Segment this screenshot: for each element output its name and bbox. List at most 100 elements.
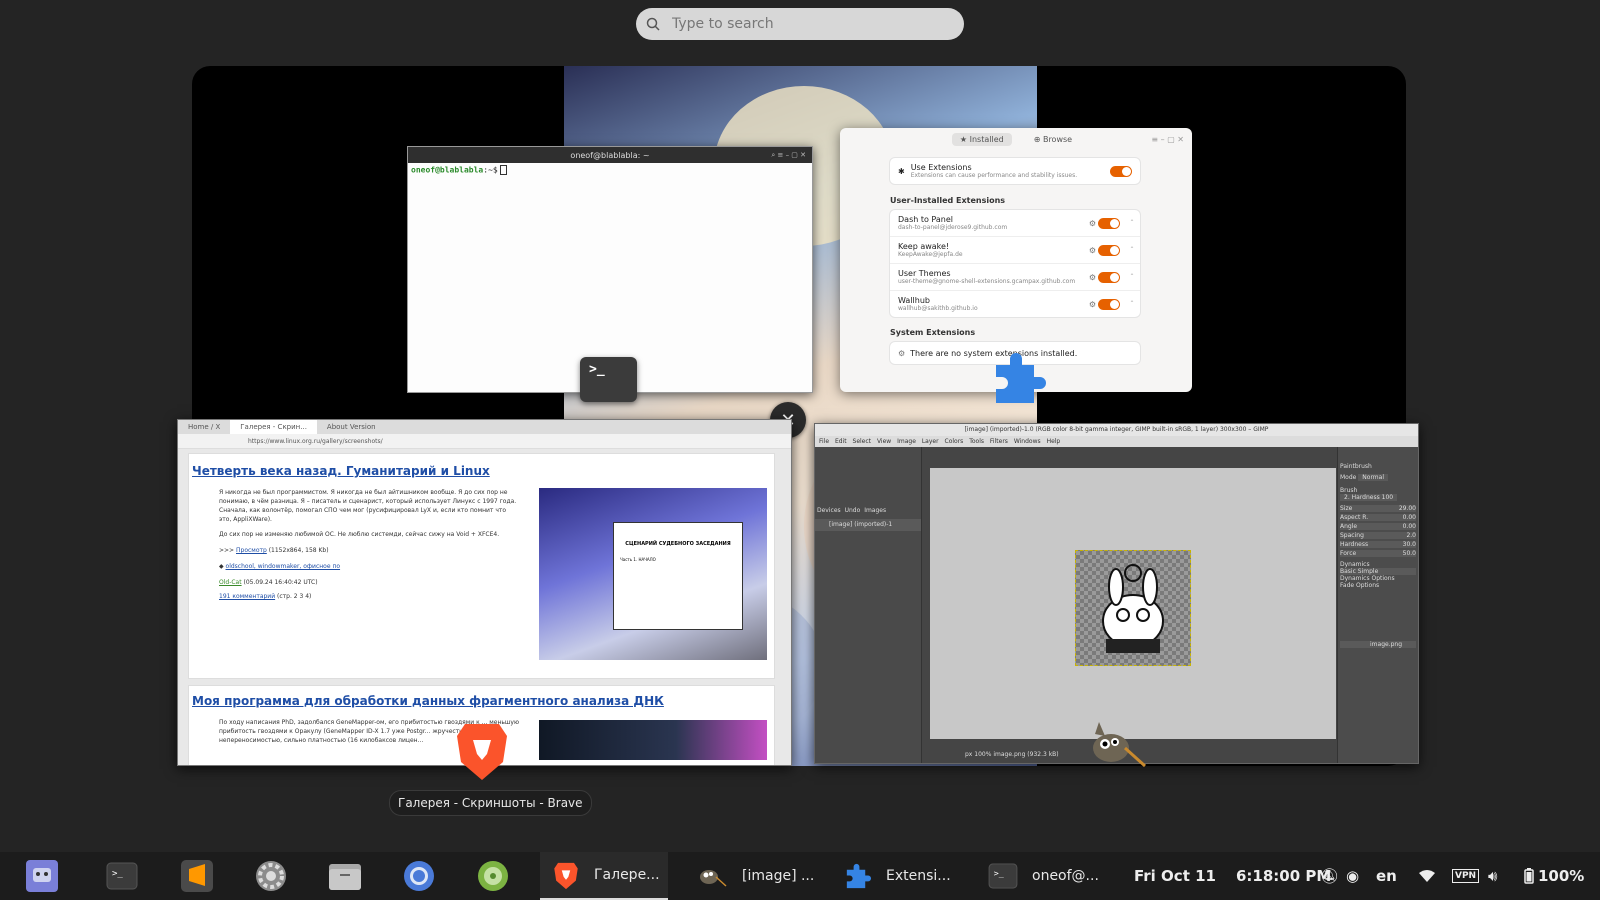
gear-icon[interactable]: ⚙ [1089,219,1096,228]
tab-images[interactable]: Images [864,507,886,514]
tab-browse[interactable]: ⊕ Browse [1026,133,1080,146]
user-extensions-header: User-Installed Extensions [890,196,1006,205]
article-title[interactable]: Моя программа для обработки данных фрагм… [192,694,664,708]
menu-layer[interactable]: Layer [922,438,939,445]
launcher-sublime[interactable] [180,858,214,894]
tags-link[interactable]: oldschool, windowmaker, офисное по [226,563,341,570]
taskbar-window-terminal[interactable]: >_ oneof@... [976,852,1106,900]
dynamics-options[interactable]: Dynamics Options [1340,575,1416,582]
comments-link[interactable]: 191 комментарий [219,593,275,600]
brush-select[interactable]: 2. Hardness 100 [1340,494,1398,501]
gimp-right-dock[interactable]: Paintbrush Mode Normal Brush 2. Hardness… [1337,447,1418,763]
gear-icon [256,861,286,891]
clock-date[interactable]: Fri Oct 11 [1134,852,1216,900]
option-slider[interactable]: Angle 0.00 [1340,523,1416,530]
menu-file[interactable]: File [819,438,829,445]
gear-icon[interactable]: ⚙ [1089,246,1096,255]
zoom-select[interactable]: 100% [974,751,991,758]
article-title[interactable]: Четверть века назад. Гуманитарий и Linux [192,464,490,478]
volume-icon[interactable]: 🔊︎ [1488,852,1497,900]
keyboard-layout[interactable]: en [1376,852,1397,900]
wifi-icon[interactable] [1418,852,1436,900]
vpn-icon[interactable]: VPN [1452,852,1480,900]
menu-windows[interactable]: Windows [1014,438,1041,445]
option-slider[interactable]: Size 29.00 [1340,505,1416,512]
menu-tools[interactable]: Tools [969,438,984,445]
extension-toggle[interactable] [1098,271,1120,283]
launcher-robot[interactable] [24,858,60,894]
launcher-music[interactable] [476,858,510,894]
gimp-window[interactable]: [image] (imported)-1.0 (RGB color 8-bit … [814,423,1419,764]
menu-filters[interactable]: Filters [990,438,1008,445]
tab-installed[interactable]: ★ Installed [951,132,1012,146]
window-controls-icon[interactable]: ≡ – ▢ ✕ [1151,135,1184,144]
taskbar-window-extensions[interactable]: Extensi... [830,852,960,900]
address-bar[interactable]: https://www.linux.org.ru/gallery/screens… [178,434,791,449]
chevron-icon[interactable]: ˆ [1130,246,1134,255]
author-link[interactable]: Old-Cat [219,579,242,586]
eye-icon[interactable]: ◉ [1346,852,1359,900]
gimp-menubar: File Edit Select View Image Layer Colors… [815,436,1418,447]
extension-row[interactable]: Dash to Panel dash-to-panel@jderose9.gith… [890,210,1140,237]
gimp-canvas[interactable] [930,468,1336,739]
extension-toggle[interactable] [1098,298,1120,310]
terminal-titlebar[interactable]: oneof@blablabla: ~ ⌕ ≡ – ▢ ✕ [408,147,812,163]
launcher-chromium[interactable] [402,858,436,894]
option-slider[interactable]: Hardness 30.0 [1340,541,1416,548]
launcher-settings[interactable] [254,858,288,894]
tab-x[interactable]: Home / X [178,423,230,431]
dna-thumbnail[interactable] [539,720,767,760]
option-slider[interactable]: Spacing 2.0 [1340,532,1416,539]
extension-name: Keep awake! [898,242,950,251]
browser-window[interactable]: Home / X Галерея - Скрин... About Versio… [177,419,792,766]
gear-icon[interactable]: ⚙ [1089,300,1096,309]
menu-edit[interactable]: Edit [835,438,847,445]
screenshot-thumbnail[interactable]: СЦЕНАРИЙ СУДЕБНОГО ЗАСЕДАНИЯ Часть 1. НА… [539,488,767,660]
clock-time[interactable]: 6:18:00 PM [1236,852,1331,900]
gimp-left-dock[interactable]: Devices Undo Images [image] (imported)-1 [815,447,922,763]
view-link[interactable]: Просмотр [236,547,267,554]
layer-item[interactable]: image.png [1340,641,1416,648]
extension-toggle[interactable] [1098,244,1120,256]
dynamics-select[interactable]: Basic Simple [1340,568,1416,575]
tab-about[interactable]: About Version [317,423,386,431]
window-controls-icon[interactable]: ⌕ ≡ – ▢ ✕ [771,151,806,160]
notifications-off-icon[interactable]: 🔕︎ [1320,852,1339,900]
use-extensions-toggle[interactable] [1110,165,1132,177]
terminal-window[interactable]: oneof@blablabla: ~ ⌕ ≡ – ▢ ✕ oneof@blabl… [407,146,813,393]
taskbar-window-gimp[interactable]: [image] ... [684,852,816,900]
use-extensions-row[interactable]: ✱ Use Extensions Extensions can cause per… [890,158,1140,184]
launcher-terminal[interactable]: >_ [106,858,138,894]
terminal-prompt-path: :~$ [483,165,498,175]
menu-view[interactable]: View [877,438,891,445]
chevron-icon[interactable]: ˆ [1130,300,1134,309]
gimp-title: [image] (imported)-1.0 (RGB color 8-bit … [815,424,1418,436]
chevron-icon[interactable]: ˆ [1130,219,1134,228]
menu-select[interactable]: Select [853,438,872,445]
bunny-image [1102,564,1164,653]
mode-select[interactable]: Normal [1358,474,1388,481]
chevron-icon[interactable]: ˆ [1130,273,1134,282]
unit-select[interactable]: px [965,751,972,758]
tab-gallery[interactable]: Галерея - Скрин... [230,420,317,434]
option-slider[interactable]: Aspect R. 0.00 [1340,514,1416,521]
search-bar[interactable] [636,8,964,40]
extension-row[interactable]: Keep awake! KeepAwake@jepfa.de ⚙ ˆ [890,237,1140,264]
extension-row[interactable]: User Themes user-theme@gnome-shell-extens… [890,264,1140,291]
option-slider[interactable]: Force 50.0 [1340,550,1416,557]
image-list-item[interactable]: [image] (imported)-1 [815,519,921,531]
extension-row[interactable]: Wallhub wallhub@sakithb.github.io ⚙ ˆ [890,291,1140,317]
extension-toggle[interactable] [1098,217,1120,229]
launcher-files[interactable] [328,858,362,894]
battery-icon[interactable] [1524,852,1534,900]
search-input[interactable] [670,15,934,33]
menu-image[interactable]: Image [897,438,916,445]
taskbar-window-brave[interactable]: Галере... [540,852,668,900]
menu-colors[interactable]: Colors [945,438,964,445]
gear-icon[interactable]: ⚙ [1089,273,1096,282]
menu-help[interactable]: Help [1047,438,1061,445]
tab-undo[interactable]: Undo [845,507,861,514]
tab-devices[interactable]: Devices [817,507,841,514]
image-preview[interactable] [1075,550,1191,666]
fade-options[interactable]: Fade Options [1340,582,1416,589]
